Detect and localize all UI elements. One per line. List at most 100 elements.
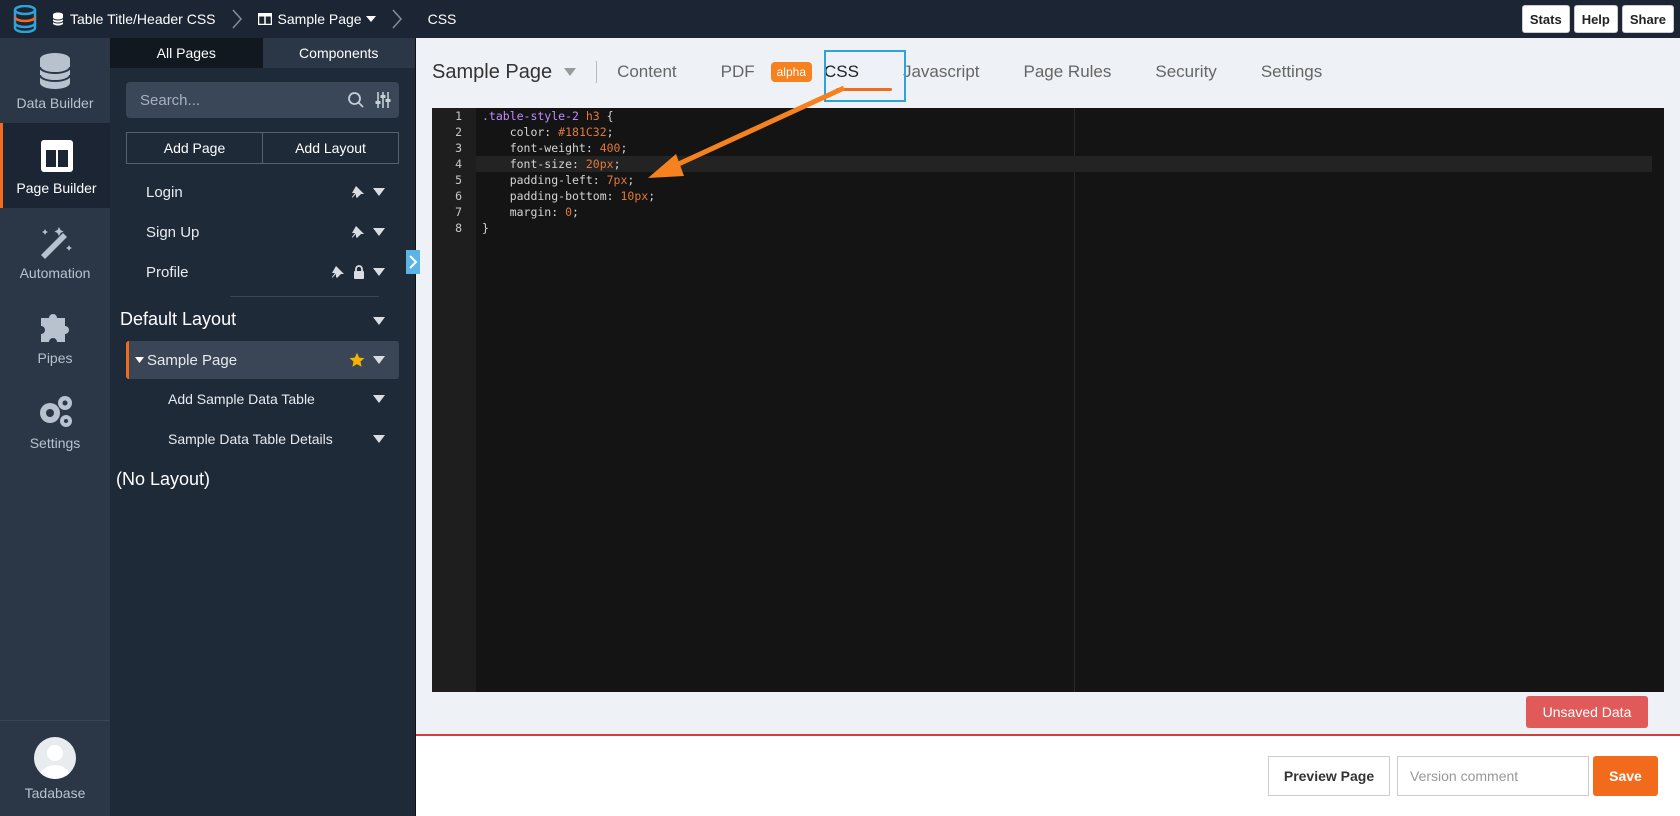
puzzle-icon [41,313,69,342]
nav-automation[interactable]: Automation [0,208,110,293]
code-token: ; [572,205,579,219]
page-item-sample-page[interactable]: Sample Page [126,341,399,379]
nav-page-builder-label: Page Builder [16,179,97,196]
nav-data-builder[interactable]: Data Builder [0,38,110,123]
page-title[interactable]: Sample Page [432,61,577,84]
page-item-tools [331,265,385,279]
pin-icon[interactable] [351,225,365,239]
tab-security[interactable]: Security [1155,62,1216,82]
page-search [126,82,399,118]
tab-all-pages[interactable]: All Pages [110,38,263,68]
tab-content[interactable]: Content [617,62,677,82]
page-item-add-sample-data-table[interactable]: Add Sample Data Table [110,379,415,419]
breadcrumb-page-label: Sample Page [277,11,362,27]
tab-components[interactable]: Components [262,38,415,68]
page-item-sign-up[interactable]: Sign Up [110,212,415,252]
caret-down-icon[interactable] [135,357,144,363]
page-item-label: Sign Up [146,223,200,241]
page-item-tools [373,395,385,403]
panel-tabs: All Pages Components [110,38,415,68]
tab-javascript[interactable]: Javascript [903,62,980,82]
chevron-right-icon [231,9,242,29]
filter-sliders-icon[interactable] [375,91,391,109]
tadabase-logo-icon[interactable] [12,5,38,33]
nav-pipes[interactable]: Pipes [0,293,110,378]
help-button[interactable]: Help [1573,5,1618,33]
user-account[interactable]: Tadabase [0,720,110,816]
code-token: 20px [585,157,614,171]
search-icon[interactable] [347,91,365,109]
caret-down-icon[interactable] [373,356,385,364]
line-number: 2 [455,125,462,139]
caret-down-icon[interactable] [373,268,385,276]
tab-settings[interactable]: Settings [1261,62,1322,82]
line-number: 1 [455,109,462,123]
nav-settings[interactable]: Settings [0,378,110,463]
layout-tools [373,309,385,330]
caret-down-icon[interactable] [373,435,385,443]
page-item-profile[interactable]: Profile [110,252,415,292]
caret-down-icon [365,16,376,22]
caret-down-icon[interactable] [373,395,385,403]
caret-down-icon[interactable] [373,316,385,325]
breadcrumb-app[interactable]: Table Title/Header CSS [52,0,216,38]
line-numbers: 1 2 3 4 5 6 7 8 [432,108,476,236]
layout-default[interactable]: Default Layout [110,297,415,341]
line-number-gutter: 1 2 3 4 5 6 7 8 [432,108,476,692]
magic-wand-icon [41,226,72,259]
page-builder-icon [40,139,73,172]
line-number: 5 [455,173,462,187]
star-icon[interactable] [349,352,365,368]
preview-page-button[interactable]: Preview Page [1268,756,1390,796]
caret-down-icon[interactable] [373,228,385,236]
code-line: } [482,220,1652,236]
breadcrumb-app-label: Table Title/Header CSS [70,11,216,27]
add-page-button[interactable]: Add Page [126,132,263,164]
tab-pdf[interactable]: PDF [721,62,755,82]
search-input[interactable] [140,91,347,109]
pin-icon[interactable] [351,185,365,199]
top-bar: Table Title/Header CSS Sample Page CSS S… [0,0,1680,38]
database-icon [39,52,71,89]
page-item-login[interactable]: Login [110,172,415,212]
no-layout-heading: (No Layout) [116,469,211,489]
breadcrumb-current: CSS [428,0,457,38]
gears-icon [40,395,72,427]
code-token: font-weight: [482,141,600,155]
chevron-right-icon [409,255,418,269]
main-content: Sample Page Content PDF alpha CSS Javasc… [406,38,1680,816]
pin-icon[interactable] [331,265,345,279]
css-code-editor[interactable]: 1 2 3 4 5 6 7 8 .table-style-2 h3 { color: #181… [406,108,1664,692]
line-number: 8 [455,221,462,235]
nav-automation-label: Automation [19,264,91,281]
expand-panel-toggle[interactable] [406,250,420,274]
user-icon [40,744,70,779]
page-item-tools [351,225,385,239]
unsaved-data-button[interactable]: Unsaved Data [1526,696,1648,728]
code-token: #181C32 [558,125,607,139]
stats-button[interactable]: Stats [1521,5,1570,33]
breadcrumb-page[interactable]: Sample Page [257,0,376,38]
add-layout-button[interactable]: Add Layout [263,132,399,164]
nav-data-builder-label: Data Builder [16,94,94,111]
page-tabs: Sample Page Content PDF alpha CSS Javasc… [416,38,1680,106]
page-item-label: Profile [146,263,189,281]
share-button[interactable]: Share [1621,5,1674,33]
code-token: h3 [585,109,600,123]
annotation-arrow [648,85,846,178]
caret-down-icon[interactable] [564,68,577,76]
page-list: Login Sign Up Profile Default Layout Sam… [110,172,415,490]
nav-page-builder[interactable]: Page Builder [0,123,110,208]
tab-page-rules[interactable]: Page Rules [1024,62,1112,82]
page-item-label: Login [146,183,183,201]
chevron-right-icon [392,9,402,29]
caret-down-icon[interactable] [373,188,385,196]
code-token: ; [613,157,621,171]
page-item-sample-data-table-details[interactable]: Sample Data Table Details [110,419,415,459]
code-token: { [599,109,614,123]
version-comment-input[interactable] [1397,756,1589,796]
layout-icon [257,13,272,25]
user-name: Tadabase [24,784,86,801]
save-button[interactable]: Save [1593,756,1658,796]
top-actions: Stats Help Share [1521,5,1674,33]
